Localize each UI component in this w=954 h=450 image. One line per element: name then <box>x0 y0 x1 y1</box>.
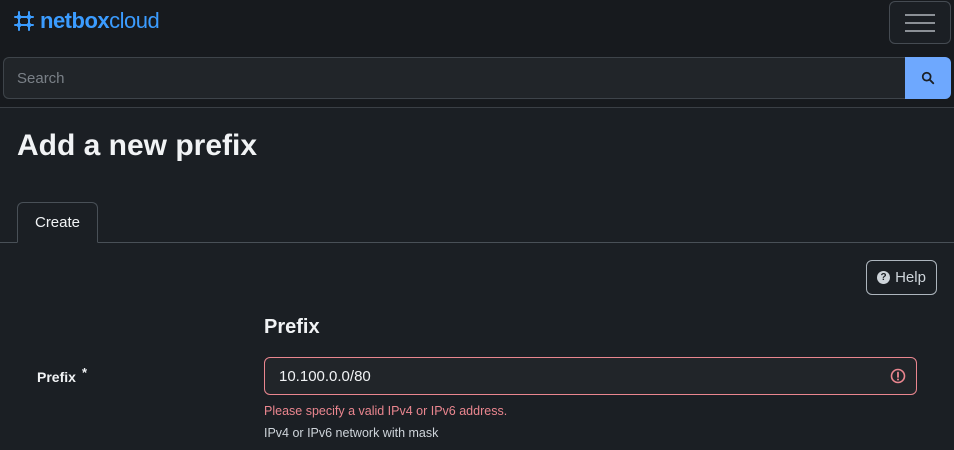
prefix-error-message: Please specify a valid IPv4 or IPv6 addr… <box>264 404 508 418</box>
help-circle-icon: ? <box>877 271 891 284</box>
netbox-logo-icon <box>14 11 34 31</box>
help-button[interactable]: ? Help <box>866 260 937 295</box>
logo-text-light: cloud <box>109 8 160 33</box>
required-marker: * <box>82 365 88 380</box>
logo-text: netboxcloud <box>40 8 160 34</box>
prefix-input[interactable] <box>264 357 917 395</box>
search-input[interactable] <box>3 57 906 99</box>
hamburger-menu-button[interactable] <box>889 1 951 44</box>
hamburger-line <box>905 21 935 24</box>
netbox-cloud-logo[interactable]: netboxcloud <box>12 7 160 35</box>
help-button-label: Help <box>895 269 926 286</box>
logo-text-bold: netbox <box>40 8 110 33</box>
hamburger-line <box>905 29 935 32</box>
tabs-divider <box>0 242 954 243</box>
hamburger-menu-icon <box>905 13 935 16</box>
page-title: Add a new prefix <box>17 129 258 162</box>
tab-create[interactable]: Create <box>17 202 98 243</box>
prefix-field-label: Prefix <box>37 369 76 385</box>
search-button[interactable] <box>905 57 951 99</box>
top-navbar: netboxcloud <box>0 0 954 46</box>
error-icon <box>890 368 906 384</box>
section-title-prefix: Prefix <box>264 316 320 338</box>
search-icon <box>921 71 935 85</box>
search-bar <box>0 46 954 108</box>
prefix-help-text: IPv4 or IPv6 network with mask <box>264 426 439 440</box>
